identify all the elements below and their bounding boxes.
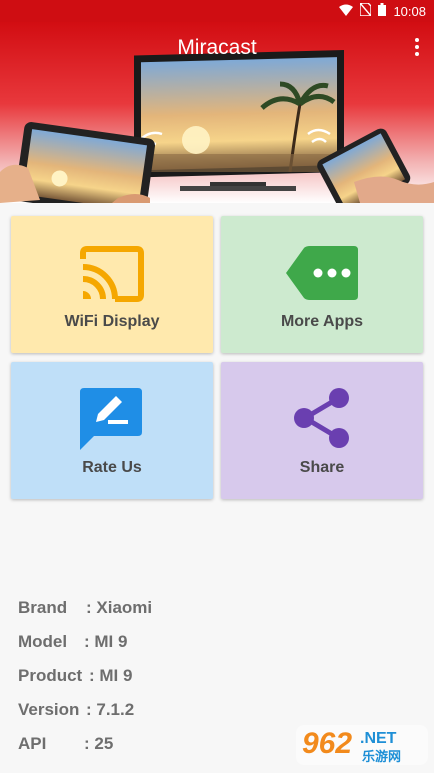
- status-bar: 10:08: [0, 0, 434, 22]
- app-title: Miracast: [177, 36, 257, 59]
- rate-edit-icon: [80, 388, 142, 450]
- api-key: API: [18, 734, 47, 753]
- svg-text:962: 962: [302, 727, 352, 760]
- menu-dot-icon: [415, 38, 419, 42]
- brand-value: : Xiaomi: [86, 598, 153, 617]
- wifi-icon: [339, 4, 354, 20]
- more-apps-label: More Apps: [280, 313, 364, 330]
- svg-text:乐游网: 乐游网: [362, 749, 401, 765]
- site-watermark: 962 .NET 乐游网: [296, 721, 428, 767]
- menu-dot-icon: [415, 45, 419, 49]
- svg-text:.NET: .NET: [360, 730, 397, 747]
- overflow-menu-button[interactable]: [412, 38, 422, 60]
- status-time: 10:08: [393, 4, 426, 19]
- api-value: : 25: [84, 734, 114, 753]
- wifi-display-tile[interactable]: WiFi Display: [11, 216, 213, 353]
- wifi-display-label: WiFi Display: [64, 313, 160, 330]
- more-apps-tag-icon: [286, 246, 358, 300]
- product-key: Product: [18, 666, 83, 685]
- rate-us-tile[interactable]: Rate Us: [11, 362, 213, 499]
- more-apps-tile[interactable]: More Apps: [221, 216, 423, 353]
- model-key: Model: [18, 632, 68, 651]
- product-value: : MI 9: [89, 666, 133, 685]
- rate-us-label: Rate Us: [82, 459, 142, 476]
- cast-icon: [80, 246, 144, 302]
- model-value: : MI 9: [84, 632, 128, 651]
- version-key: Version: [18, 700, 80, 719]
- battery-icon: [378, 3, 387, 20]
- menu-dot-icon: [415, 52, 419, 56]
- site-watermark-logo: 962 .NET 乐游网: [296, 725, 428, 765]
- share-tile[interactable]: Share: [221, 362, 423, 499]
- app-header: Miracast: [0, 22, 434, 203]
- brand-key: Brand: [18, 598, 68, 617]
- share-label: Share: [299, 459, 345, 476]
- version-value: : 7.1.2: [86, 700, 135, 719]
- share-icon: [294, 388, 349, 448]
- no-sim-icon: [359, 2, 373, 20]
